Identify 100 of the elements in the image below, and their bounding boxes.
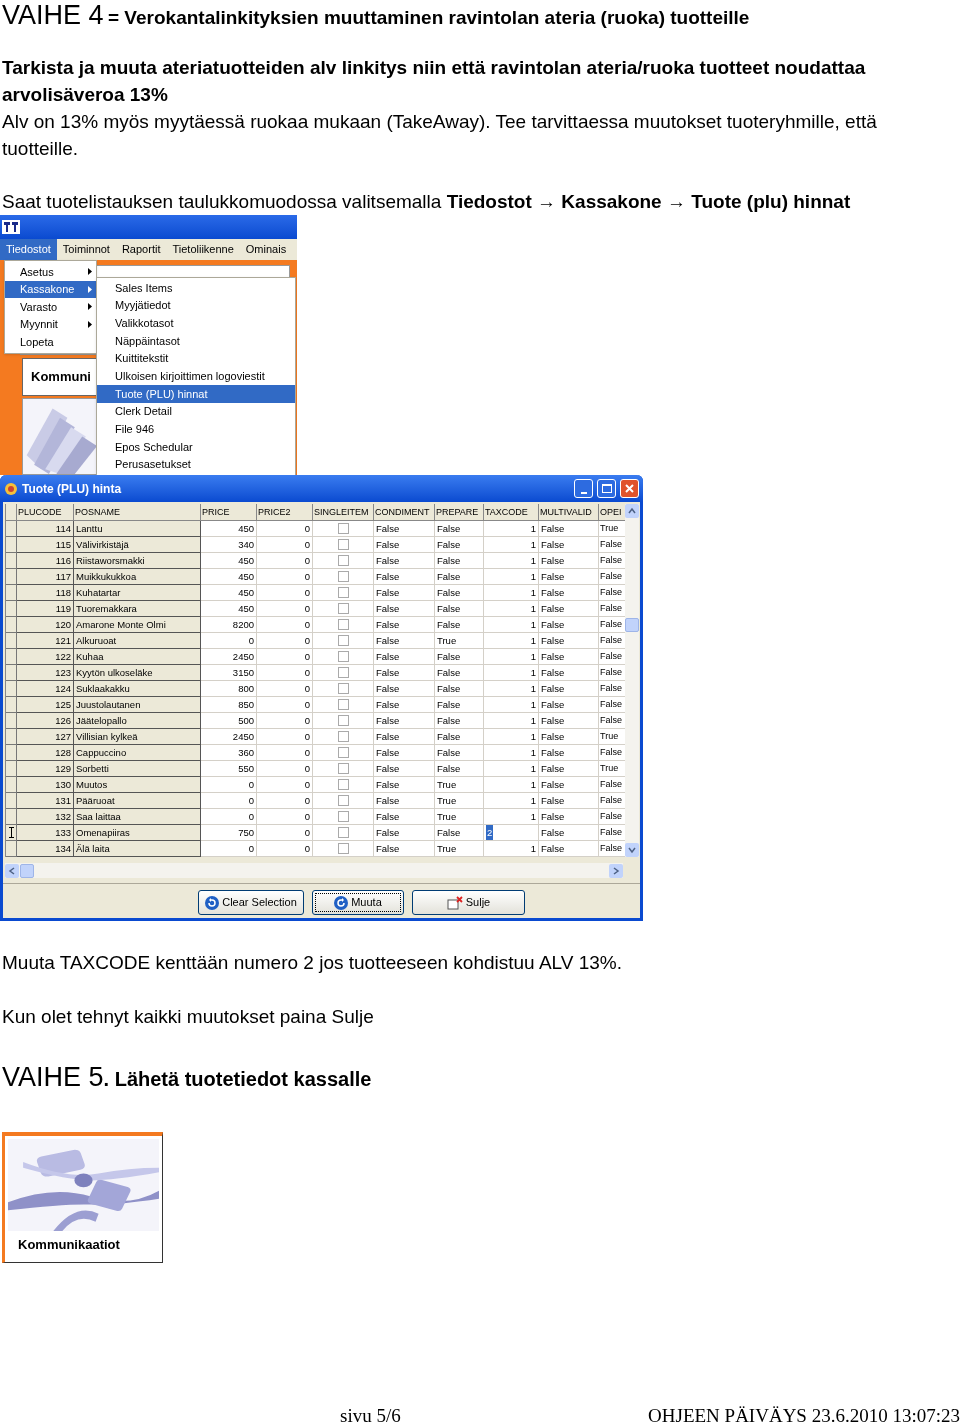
table-cell[interactable]: Alkuruoat <box>74 633 201 649</box>
table-cell[interactable]: False <box>435 825 484 841</box>
table-cell[interactable]: 0 <box>257 729 313 745</box>
table-cell[interactable]: 450 <box>201 521 257 537</box>
table-cell[interactable]: 1 <box>484 521 539 537</box>
checkbox[interactable] <box>337 811 349 822</box>
table-cell[interactable]: 450 <box>201 601 257 617</box>
table-cell[interactable]: 121 <box>17 633 74 649</box>
table-cell[interactable]: Kuhaa <box>74 649 201 665</box>
checkbox[interactable] <box>337 555 349 566</box>
table-cell[interactable]: True <box>435 633 484 649</box>
table-cell[interactable]: 3150 <box>201 665 257 681</box>
table-cell[interactable]: 0 <box>257 745 313 761</box>
column-header[interactable]: TAXCODE <box>484 504 539 521</box>
scroll-up-icon[interactable] <box>625 504 639 518</box>
table-cell[interactable]: False <box>539 649 599 665</box>
submenu-item[interactable]: Perusasetukset <box>97 455 295 474</box>
table-cell[interactable]: Villisian kylkeä <box>74 729 201 745</box>
table-cell[interactable]: 120 <box>17 617 74 633</box>
table-cell[interactable]: 340 <box>201 537 257 553</box>
table-cell[interactable]: 1 <box>484 793 539 809</box>
table-cell[interactable]: Muutos <box>74 777 201 793</box>
table-cell[interactable]: False <box>374 825 435 841</box>
submenu-item[interactable]: Valikkotasot <box>97 314 295 333</box>
table-cell[interactable]: 800 <box>201 681 257 697</box>
table-cell[interactable]: Kyytön ulkoseläke <box>74 665 201 681</box>
table-cell[interactable]: False <box>374 569 435 585</box>
table-cell[interactable]: 0 <box>201 633 257 649</box>
column-header[interactable]: SINGLEITEM <box>313 504 374 521</box>
table-cell[interactable]: 131 <box>17 793 74 809</box>
table-cell[interactable]: 0 <box>257 793 313 809</box>
table-cell[interactable]: False <box>435 649 484 665</box>
table-cell[interactable]: 2 <box>484 825 539 841</box>
checkbox[interactable] <box>337 619 349 630</box>
table-cell[interactable]: 0 <box>257 761 313 777</box>
table-cell[interactable]: 0 <box>257 681 313 697</box>
close-button[interactable] <box>620 479 639 498</box>
table-cell[interactable]: 1 <box>484 713 539 729</box>
table-cell[interactable]: 1 <box>484 585 539 601</box>
table-cell[interactable]: 0 <box>257 537 313 553</box>
submenu-item[interactable]: Epos Schedular <box>97 438 295 456</box>
table-cell[interactable]: 0 <box>201 793 257 809</box>
table-cell[interactable]: 133 <box>17 825 74 841</box>
table-cell[interactable]: 360 <box>201 745 257 761</box>
table-cell[interactable]: 119 <box>17 601 74 617</box>
table-cell[interactable]: False <box>539 825 599 841</box>
table-cell[interactable]: False <box>435 553 484 569</box>
table-cell[interactable]: False <box>374 553 435 569</box>
table-cell[interactable]: False <box>374 697 435 713</box>
table-cell[interactable]: 0 <box>257 841 313 857</box>
submenu-item[interactable]: File 946 <box>97 420 295 439</box>
table-cell[interactable]: Pääruoat <box>74 793 201 809</box>
table-cell[interactable]: Lanttu <box>74 521 201 537</box>
submenu-item[interactable]: Myyjätiedot <box>97 296 295 315</box>
checkbox[interactable] <box>337 667 349 678</box>
table-cell[interactable]: 129 <box>17 761 74 777</box>
table-cell[interactable]: False <box>374 713 435 729</box>
table-cell[interactable]: 0 <box>257 697 313 713</box>
table-cell[interactable]: False <box>435 681 484 697</box>
checkbox[interactable] <box>337 827 349 838</box>
table-cell[interactable]: False <box>539 553 599 569</box>
table-cell[interactable]: 134 <box>17 841 74 857</box>
checkbox[interactable] <box>337 715 349 726</box>
table-cell[interactable]: Muikkukukkoa <box>74 569 201 585</box>
table-cell[interactable]: 116 <box>17 553 74 569</box>
table-cell[interactable]: False <box>435 729 484 745</box>
table-cell[interactable]: 8200 <box>201 617 257 633</box>
table-cell[interactable]: 0 <box>257 665 313 681</box>
table-cell[interactable]: False <box>539 809 599 825</box>
table-cell[interactable]: 1 <box>484 601 539 617</box>
table-cell[interactable]: False <box>374 601 435 617</box>
table-cell[interactable]: 2450 <box>201 649 257 665</box>
table-cell[interactable]: False <box>374 633 435 649</box>
table-cell[interactable]: 114 <box>17 521 74 537</box>
menu-bar-item[interactable]: Tiedostot <box>0 239 57 260</box>
checkbox[interactable] <box>337 635 349 646</box>
checkbox[interactable] <box>337 603 349 614</box>
table-cell[interactable]: 0 <box>257 585 313 601</box>
communications-tile[interactable]: Kommunikaatiot <box>2 1132 163 1263</box>
table-cell[interactable]: False <box>539 617 599 633</box>
menu-bar-item[interactable]: Raportit <box>115 239 167 260</box>
table-cell[interactable]: 1 <box>484 809 539 825</box>
row-indicator[interactable] <box>6 825 17 841</box>
maximize-button[interactable] <box>597 479 616 498</box>
table-cell[interactable]: 450 <box>201 553 257 569</box>
table-cell[interactable]: False <box>435 665 484 681</box>
table-cell[interactable]: 0 <box>257 777 313 793</box>
checkbox[interactable] <box>337 699 349 710</box>
table-cell[interactable]: 1 <box>484 697 539 713</box>
column-header[interactable]: PRICE <box>201 504 257 521</box>
column-header[interactable]: CONDIMENT <box>374 504 435 521</box>
table-cell[interactable]: 125 <box>17 697 74 713</box>
scroll-down-icon[interactable] <box>625 843 639 857</box>
change-button[interactable]: Muuta <box>312 890 404 915</box>
table-cell[interactable]: 1 <box>484 841 539 857</box>
table-cell[interactable]: Amarone Monte Olmi <box>74 617 201 633</box>
checkbox[interactable] <box>337 843 349 854</box>
table-cell[interactable]: 450 <box>201 569 257 585</box>
menu-bar-item[interactable]: Tietoliikenne <box>166 239 240 260</box>
scroll-thumb[interactable] <box>625 618 639 632</box>
